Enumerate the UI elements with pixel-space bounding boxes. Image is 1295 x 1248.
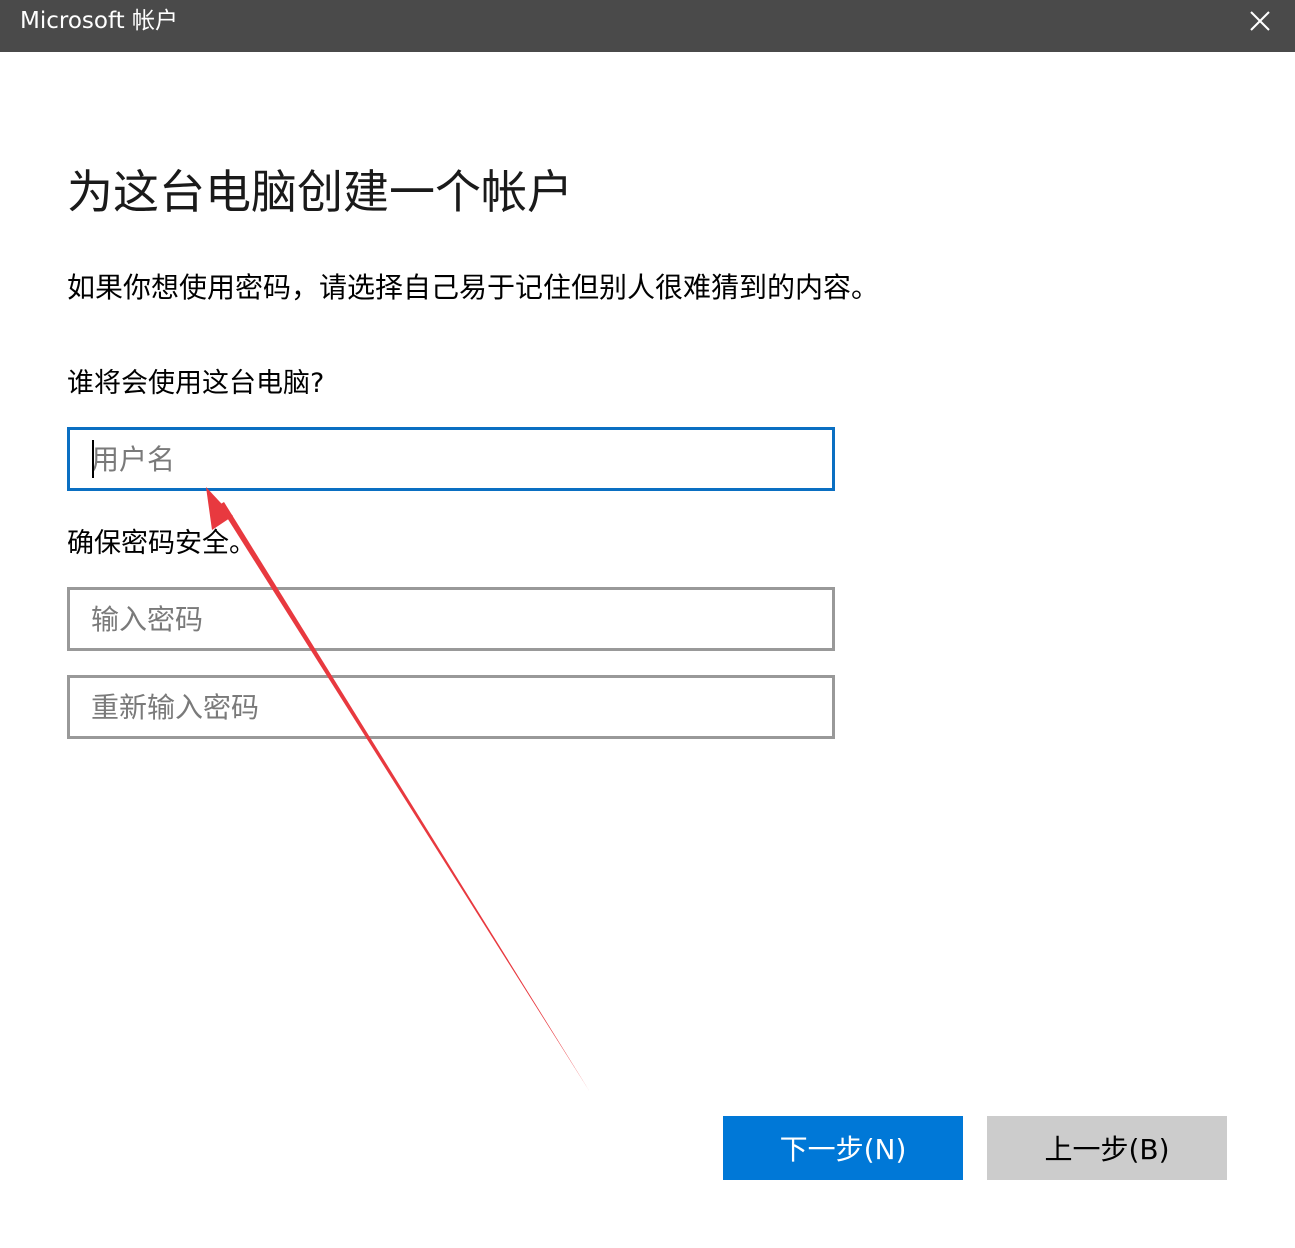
confirm-password-field-container <box>67 675 835 739</box>
who-label: 谁将会使用这台电脑? <box>67 368 325 399</box>
password-security-label: 确保密码安全。 <box>67 528 256 559</box>
username-field-container <box>67 427 835 491</box>
close-icon <box>1250 11 1270 31</box>
text-caret <box>92 440 94 478</box>
window-title: Microsoft 帐户 <box>20 8 178 34</box>
account-dialog: Microsoft 帐户 为这台电脑创建一个帐户 如果你想使用密码，请选择自己易… <box>0 0 1295 1248</box>
page-title: 为这台电脑创建一个帐户 <box>67 165 573 219</box>
title-bar: Microsoft 帐户 <box>0 0 1295 52</box>
password-field-container <box>67 587 835 651</box>
username-input[interactable] <box>70 430 832 488</box>
password-input[interactable] <box>70 590 832 648</box>
close-button[interactable] <box>1225 0 1295 42</box>
back-button[interactable]: 上一步(B) <box>987 1116 1227 1180</box>
instruction-text: 如果你想使用密码，请选择自己易于记住但别人很难猜到的内容。 <box>67 271 880 304</box>
next-button[interactable]: 下一步(N) <box>723 1116 963 1180</box>
confirm-password-input[interactable] <box>70 678 832 736</box>
